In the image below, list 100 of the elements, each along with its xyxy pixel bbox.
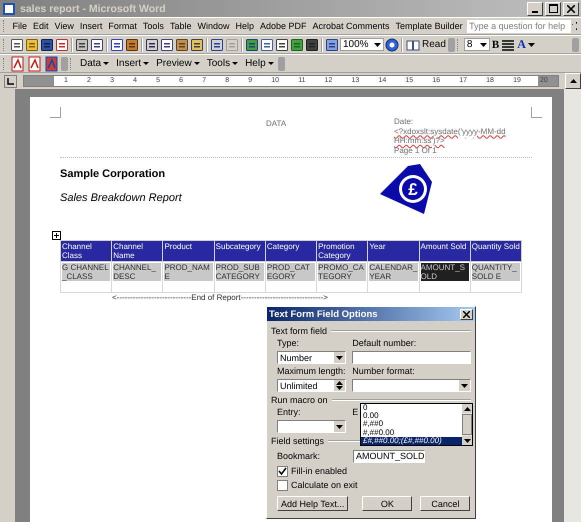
dropdown-icon — [268, 62, 274, 65]
form-field[interactable]: CHANNEL_DESC — [113, 263, 162, 281]
maximize-icon — [548, 4, 558, 13]
column-header: Promotion Category — [316, 240, 368, 262]
justify-icon[interactable] — [501, 38, 516, 52]
date-field: <?xdoxslt:sysdate('yyyy-MM-dd HH:mm:ss')?> — [394, 126, 514, 146]
dropdown-icon — [480, 42, 487, 46]
dropdown-icon[interactable] — [528, 42, 535, 46]
toolbar-grip — [3, 20, 7, 32]
number-format-dropdown[interactable] — [352, 379, 471, 392]
form-field[interactable]: G CHANNEL_CLASS — [62, 263, 110, 281]
font-color-button[interactable]: A — [516, 37, 527, 52]
dialog-title: Text Form Field Options — [269, 308, 378, 320]
dropdown-icon — [374, 42, 381, 46]
dropdown-icon — [194, 62, 200, 65]
dropdown-icon — [103, 62, 110, 65]
dialog-button[interactable]: OK — [362, 496, 412, 511]
column-header: Year — [368, 240, 420, 262]
pdf-icon[interactable] — [27, 56, 43, 72]
form-field[interactable]: PROD_NAME — [164, 263, 213, 281]
logo: £ — [380, 164, 432, 214]
menu-item[interactable]: Table — [167, 21, 194, 31]
menu-item[interactable]: File — [10, 21, 30, 31]
menu-item[interactable]: Acrobat Comments — [310, 21, 392, 31]
type-dropdown[interactable]: Number — [277, 351, 346, 364]
form-field[interactable]: PROD_SUBCATEGORY — [216, 263, 264, 281]
menu-item[interactable]: Template Builder — [393, 21, 466, 31]
list-scrollbar[interactable] — [462, 404, 472, 445]
dropdown-icon — [336, 424, 344, 428]
toolbar-grip — [456, 38, 461, 50]
zoom-dropdown[interactable]: 100% — [340, 38, 384, 51]
checkbox[interactable] — [277, 480, 288, 491]
dialog-button[interactable]: Cancel — [420, 496, 470, 511]
list-item[interactable]: 0 — [361, 404, 462, 412]
bookmark-field[interactable]: AMOUNT_SOLD — [353, 450, 425, 463]
menu-item[interactable]: Window — [194, 21, 232, 31]
table-move-handle-icon[interactable] — [52, 231, 61, 240]
menu-item[interactable]: Adobe PDF — [257, 21, 310, 31]
end-of-report-text: <----------------------------End of Report-------------------------------> — [112, 293, 328, 302]
report-title: Sales Breakdown Report — [60, 192, 183, 204]
toolbar-menu[interactable]: Data — [77, 58, 112, 69]
column-header: Quantity Sold — [470, 240, 522, 262]
close-icon — [463, 310, 470, 318]
toolbar-grip — [3, 58, 7, 70]
list-item[interactable]: £#,##0.00;(£#,##0.00) — [361, 436, 462, 445]
toolbar-menu[interactable]: Preview — [153, 58, 203, 69]
column-header: Category — [265, 240, 317, 262]
toolbar-grip — [3, 38, 7, 50]
scroll-up-button[interactable] — [565, 73, 581, 89]
down-arrow-icon — [336, 386, 344, 390]
field-label: Bookmark: — [277, 451, 322, 462]
form-field[interactable]: PROD_CATEGORY — [266, 263, 316, 281]
menu-item[interactable]: Help — [232, 21, 256, 31]
menu-item[interactable]: Format — [106, 21, 140, 31]
spin-field[interactable]: Unlimited — [277, 379, 346, 392]
tab-selector[interactable] — [4, 74, 17, 88]
column-header: Product — [162, 240, 214, 262]
form-field[interactable]: CALENDAR_YEAR — [369, 263, 418, 281]
checkbox[interactable] — [277, 466, 288, 477]
close-button[interactable] — [460, 308, 473, 320]
up-arrow-icon — [336, 381, 344, 385]
dropdown-icon — [336, 356, 344, 360]
list-item[interactable]: #,##0.00 — [361, 428, 462, 437]
toolbar-menu[interactable]: Tools — [204, 58, 242, 69]
input-field[interactable] — [352, 351, 471, 364]
bold-button[interactable]: B — [490, 38, 500, 50]
header-text: DATA — [266, 119, 288, 129]
list-item[interactable]: 0.00 — [361, 412, 462, 420]
document-icon — [2, 2, 16, 16]
checkbox-label: Fill-in enabled — [291, 466, 348, 477]
field-label: Default number: — [352, 338, 418, 349]
entry-dropdown[interactable] — [277, 420, 346, 433]
menu-item[interactable]: View — [52, 21, 76, 31]
form-field[interactable]: QUANTITY_SOLD E — [472, 263, 520, 281]
company-name: Sample Corporation — [60, 168, 166, 180]
dialog-button[interactable]: Add Help Text... — [277, 496, 348, 511]
close-button[interactable] — [563, 2, 579, 16]
font-size-dropdown[interactable]: 8 — [464, 38, 490, 51]
column-header: Amount Sold — [419, 240, 470, 262]
field-label: E — [352, 407, 358, 418]
minimize-button[interactable] — [527, 2, 543, 16]
help-icon[interactable] — [385, 38, 399, 52]
form-field[interactable]: PROMO_CATEGORY — [318, 263, 366, 281]
read-button[interactable]: Read — [405, 38, 447, 50]
list-item[interactable]: #,##0 — [361, 420, 462, 429]
group-label: Field settings — [271, 436, 324, 446]
toolbar-menu[interactable]: Help — [242, 58, 277, 69]
left-tab-icon — [7, 78, 14, 84]
vertical-scrollbar[interactable] — [564, 89, 581, 522]
toolbar-menu[interactable]: Insert — [113, 58, 152, 69]
date-label: Date: — [394, 117, 414, 126]
pdf-review-icon[interactable] — [44, 56, 60, 72]
pdf-icon[interactable] — [10, 56, 26, 72]
help-search-field[interactable]: Type a question for help — [467, 20, 572, 32]
maximize-button[interactable] — [545, 2, 561, 16]
menu-item[interactable]: Insert — [77, 21, 105, 31]
menu-item[interactable]: Edit — [30, 21, 52, 31]
menu-item[interactable]: Tools — [140, 21, 166, 31]
up-arrow-icon — [464, 406, 470, 410]
toolbar-grip — [70, 58, 74, 70]
